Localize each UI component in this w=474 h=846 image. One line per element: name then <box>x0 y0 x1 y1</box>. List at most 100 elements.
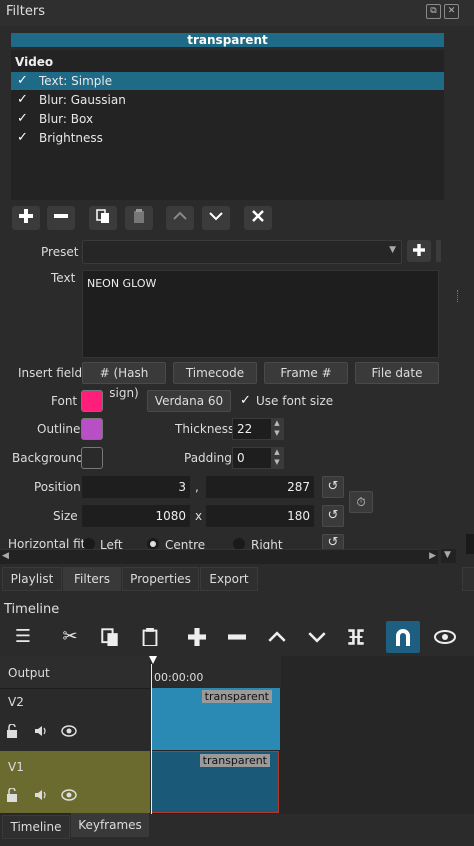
checkbox-checked-icon[interactable]: ✓ <box>17 91 28 109</box>
ripple-delete-button[interactable] <box>222 623 252 651</box>
chevron-down-icon: ▼ <box>389 245 396 255</box>
position-x-input[interactable]: 3 <box>82 476 190 498</box>
scroll-down-icon[interactable]: ▼ <box>444 550 451 560</box>
use-font-size-label: Use font size <box>256 394 334 408</box>
filter-list[interactable]: Video ✓ Text: Simple ✓ Blur: Gaussian ✓ … <box>11 50 444 200</box>
timeline-title: Timeline <box>4 602 60 617</box>
paste-button[interactable] <box>135 623 165 651</box>
thickness-value: 22 <box>237 422 253 436</box>
filter-item-blur-gaussian[interactable]: ✓ Blur: Gaussian <box>11 91 444 109</box>
playhead-line[interactable] <box>151 664 152 814</box>
lock-icon[interactable] <box>6 787 20 805</box>
chevron-down-icon <box>308 632 326 643</box>
panel-title: Filters <box>6 4 45 19</box>
filter-item-blur-box[interactable]: ✓ Blur: Box <box>11 110 444 128</box>
background-color-swatch[interactable] <box>81 447 103 469</box>
horizontal-scrollbar[interactable]: ◀ ▶ <box>0 549 438 564</box>
size-height-input[interactable]: 180 <box>206 505 314 527</box>
tab-playlist[interactable]: Playlist <box>2 567 62 591</box>
paste-icon <box>142 628 158 647</box>
resize-handle[interactable] <box>457 290 462 302</box>
reset-icon: ↺ <box>327 479 339 494</box>
remove-icon <box>228 634 246 640</box>
close-panel-icon[interactable]: ✕ <box>444 4 459 19</box>
remove-filter-button[interactable] <box>47 206 75 230</box>
mute-button[interactable] <box>34 788 48 805</box>
keyframe-button[interactable]: ⏱ <box>349 491 373 513</box>
clip-v2[interactable]: transparent <box>151 688 280 750</box>
stopwatch-icon: ⏱ <box>356 495 366 509</box>
tab-overflow[interactable] <box>462 567 474 591</box>
insert-timecode-button[interactable]: Timecode <box>173 362 257 384</box>
spin-up-icon[interactable]: ▲ <box>271 448 283 458</box>
timeline-menu-button[interactable]: ☰ <box>8 623 38 651</box>
tab-keyframes[interactable]: Keyframes <box>71 813 149 837</box>
scrub-button[interactable] <box>428 623 462 651</box>
position-y-input[interactable]: 287 <box>206 476 314 498</box>
clip-v1[interactable]: transparent <box>151 751 279 813</box>
lock-icon[interactable] <box>6 723 20 741</box>
lift-button[interactable] <box>262 623 292 651</box>
checkbox-checked-icon[interactable]: ✓ <box>17 72 28 90</box>
font-color-swatch[interactable] <box>81 390 103 412</box>
font-button[interactable]: Verdana 60 <box>147 390 231 412</box>
snap-button[interactable] <box>386 621 420 653</box>
thickness-spinbox[interactable]: 22 ▲ ▼ <box>232 418 284 440</box>
filter-item-brightness[interactable]: ✓ Brightness <box>11 129 444 147</box>
spin-down-icon[interactable]: ▼ <box>271 429 283 439</box>
speaker-icon <box>35 726 46 736</box>
settings-scrollbar[interactable] <box>441 240 456 545</box>
checkbox-checked-icon[interactable]: ✓ <box>17 110 28 128</box>
paste-icon <box>134 209 144 223</box>
tab-properties[interactable]: Properties <box>122 567 199 591</box>
playhead-marker-icon[interactable] <box>149 656 157 664</box>
remove-icon <box>54 214 68 218</box>
clip-v2-label: transparent <box>201 690 272 703</box>
copy-button[interactable] <box>95 623 125 651</box>
checkbox-checked-icon[interactable]: ✓ <box>17 129 28 147</box>
outline-color-swatch[interactable] <box>81 418 103 440</box>
magnet-icon <box>396 629 410 646</box>
mute-button[interactable] <box>34 724 48 741</box>
float-icon[interactable]: ⧉ <box>426 4 441 19</box>
tab-filters[interactable]: Filters <box>63 567 121 591</box>
preset-label: Preset <box>41 245 79 259</box>
add-icon <box>188 628 206 646</box>
spin-up-icon[interactable]: ▲ <box>271 419 283 429</box>
font-label: Font <box>51 394 78 408</box>
add-filter-button[interactable] <box>12 206 40 230</box>
move-filter-up-button[interactable] <box>166 206 194 230</box>
reset-position-button[interactable]: ↺ <box>322 476 344 498</box>
tab-timeline[interactable]: Timeline <box>2 815 70 839</box>
spin-down-icon[interactable]: ▼ <box>271 458 283 468</box>
insert-file-date-button[interactable]: File date <box>355 362 439 384</box>
text-input[interactable]: NEON GLOW <box>82 270 439 358</box>
move-filter-down-button[interactable] <box>202 206 230 230</box>
hide-button[interactable] <box>61 725 77 740</box>
reset-icon: ↺ <box>327 535 339 550</box>
size-width-input[interactable]: 1080 <box>82 505 190 527</box>
insert-hash-button[interactable]: # (Hash sign) <box>82 362 166 400</box>
use-font-size-checkbox[interactable]: ✓ <box>240 393 251 408</box>
preset-combo[interactable]: ▼ <box>82 240 402 264</box>
overwrite-button[interactable] <box>302 623 332 651</box>
reset-size-button[interactable]: ↺ <box>322 505 344 527</box>
scroll-left-icon[interactable]: ◀ <box>2 551 9 561</box>
hide-button[interactable] <box>61 789 77 804</box>
tab-export[interactable]: Export <box>200 567 258 591</box>
save-preset-button[interactable] <box>407 240 431 262</box>
split-button[interactable] <box>341 623 371 651</box>
insert-frame-button[interactable]: Frame # <box>264 362 348 384</box>
scroll-right-icon[interactable]: ▶ <box>429 551 436 561</box>
scroll-down-arrow[interactable]: ▼ <box>441 549 456 563</box>
filter-item-text-simple[interactable]: ✓ Text: Simple <box>11 72 444 90</box>
paste-filters-button[interactable] <box>125 206 153 230</box>
clip-v1-label: transparent <box>199 754 270 767</box>
add-icon <box>19 209 33 223</box>
deselect-filter-button[interactable] <box>244 206 272 230</box>
cut-button[interactable]: ✂ <box>55 623 85 651</box>
copy-filters-button[interactable] <box>89 206 117 230</box>
append-button[interactable] <box>182 623 212 651</box>
padding-spinbox[interactable]: 0 ▲ ▼ <box>232 447 284 469</box>
ruler-timecode: 00:00:00 <box>154 671 204 684</box>
